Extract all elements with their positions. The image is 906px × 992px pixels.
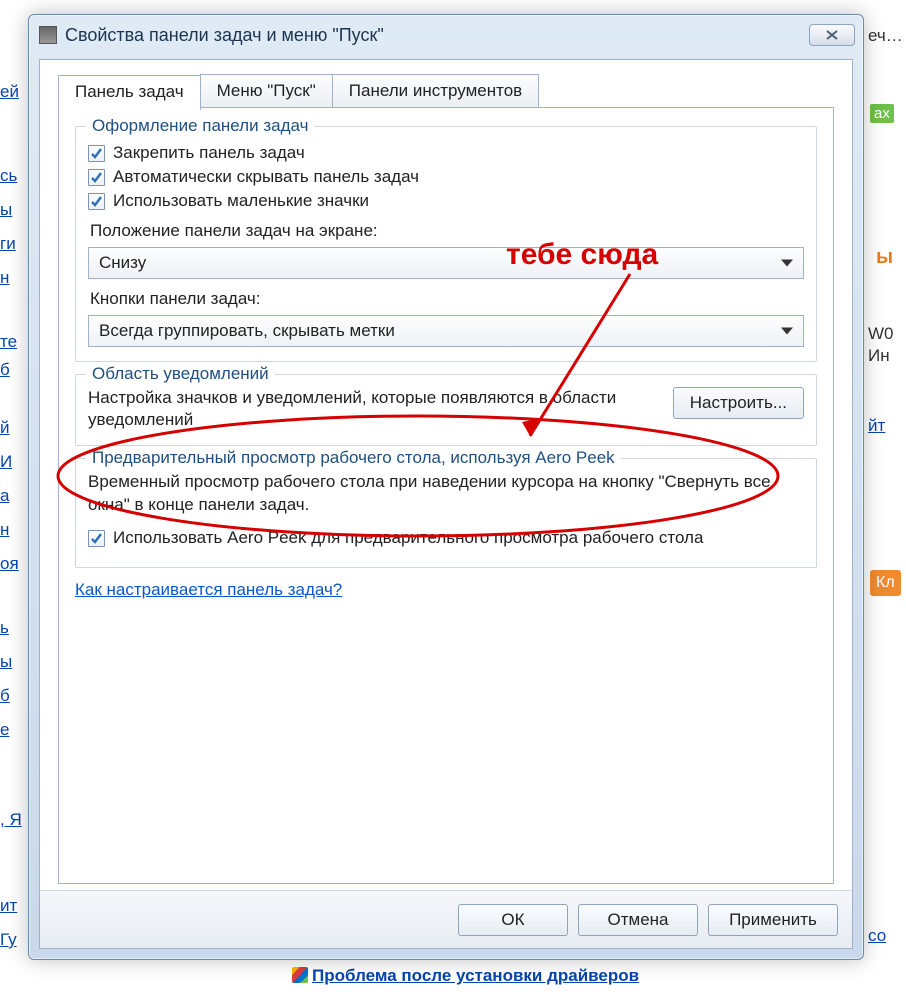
aero-description: Временный просмотр рабочего стола при на… bbox=[88, 471, 804, 517]
label-lock: Закрепить панель задач bbox=[113, 143, 305, 163]
window-title: Свойства панели задач и меню "Пуск" bbox=[65, 25, 809, 46]
dialog-button-bar: ОК Отмена Применить bbox=[40, 890, 852, 948]
bg-text: W0 bbox=[868, 324, 894, 344]
bg-link[interactable]: а bbox=[0, 486, 9, 506]
dialog-window: Свойства панели задач и меню "Пуск" Пане… bbox=[28, 14, 864, 960]
group-aero-legend: Предварительный просмотр рабочего стола,… bbox=[86, 448, 621, 468]
bg-link[interactable]: ы bbox=[0, 652, 12, 672]
row-autohide: Автоматически скрывать панель задач bbox=[88, 167, 804, 187]
checkbox-lock[interactable] bbox=[88, 145, 105, 162]
group-notification-area: Область уведомлений Настройка значков и … bbox=[75, 374, 817, 446]
chevron-down-icon bbox=[781, 260, 793, 267]
check-icon bbox=[90, 532, 103, 545]
tab-panel-taskbar: Оформление панели задач Закрепить панель… bbox=[58, 107, 834, 884]
bg-link[interactable]: ит bbox=[0, 896, 17, 916]
bg-bottom-link-text: Проблема после установки драйверов bbox=[312, 966, 639, 985]
cancel-button[interactable]: Отмена bbox=[578, 904, 698, 936]
check-icon bbox=[90, 171, 103, 184]
bg-link[interactable]: со bbox=[868, 926, 886, 946]
label-autohide: Автоматически скрывать панель задач bbox=[113, 167, 419, 187]
checkbox-aero-peek[interactable] bbox=[88, 530, 105, 547]
group-appearance: Оформление панели задач Закрепить панель… bbox=[75, 126, 817, 362]
combo-position-value: Снизу bbox=[99, 253, 146, 273]
label-smallicons: Использовать маленькие значки bbox=[113, 191, 369, 211]
check-icon bbox=[90, 147, 103, 160]
help-link[interactable]: Как настраивается панель задач? bbox=[75, 580, 342, 599]
row-smallicons: Использовать маленькие значки bbox=[88, 191, 804, 211]
notification-text: Настройка значков и уведомлений, которые… bbox=[88, 387, 661, 431]
bg-link[interactable]: ы bbox=[0, 200, 12, 220]
combo-buttons[interactable]: Всегда группировать, скрывать метки bbox=[88, 315, 804, 347]
close-button[interactable] bbox=[809, 24, 855, 46]
bg-link[interactable]: ь bbox=[0, 618, 9, 638]
bg-link[interactable]: йт bbox=[868, 416, 885, 436]
apply-button[interactable]: Применить bbox=[708, 904, 838, 936]
bg-link[interactable]: ги bbox=[0, 234, 16, 254]
ok-button[interactable]: ОК bbox=[458, 904, 568, 936]
group-aero-peek: Предварительный просмотр рабочего стола,… bbox=[75, 458, 817, 568]
row-lock: Закрепить панель задач bbox=[88, 143, 804, 163]
group-notification-legend: Область уведомлений bbox=[86, 364, 275, 384]
bg-orange-button[interactable]: Кл bbox=[870, 570, 901, 596]
bg-text: еч… bbox=[868, 26, 903, 46]
label-aero-peek: Использовать Aero Peek для предварительн… bbox=[113, 527, 703, 549]
dialog-client: Панель задач Меню "Пуск" Панели инструме… bbox=[39, 59, 853, 949]
checkbox-smallicons[interactable] bbox=[88, 193, 105, 210]
bg-link[interactable]: б bbox=[0, 360, 10, 380]
tab-toolbars[interactable]: Панели инструментов bbox=[332, 74, 539, 109]
bg-bottom-link[interactable]: Проблема после установки драйверов bbox=[292, 966, 639, 986]
bg-link[interactable]: сь bbox=[0, 166, 17, 186]
bg-link[interactable]: ей bbox=[0, 82, 19, 102]
bg-link[interactable]: те bbox=[0, 332, 17, 352]
tabstrip: Панель задач Меню "Пуск" Панели инструме… bbox=[58, 74, 538, 109]
bg-link[interactable]: н bbox=[0, 268, 9, 288]
shield-icon bbox=[292, 967, 308, 983]
bg-link[interactable]: оя bbox=[0, 554, 19, 574]
bg-link[interactable]: е bbox=[0, 720, 9, 740]
app-icon bbox=[39, 26, 57, 44]
bg-text: Ин bbox=[868, 346, 890, 366]
chevron-down-icon bbox=[781, 328, 793, 335]
bg-badge: ax bbox=[870, 104, 894, 123]
tab-startmenu[interactable]: Меню "Пуск" bbox=[200, 74, 333, 109]
bg-link[interactable]: Гу bbox=[0, 930, 17, 950]
check-icon bbox=[90, 195, 103, 208]
tab-taskbar[interactable]: Панель задач bbox=[58, 75, 201, 110]
row-aero-checkbox: Использовать Aero Peek для предварительн… bbox=[88, 527, 804, 549]
bg-link[interactable]: б bbox=[0, 686, 10, 706]
combo-position[interactable]: Снизу bbox=[88, 247, 804, 279]
label-position: Положение панели задач на экране: bbox=[90, 221, 804, 241]
group-appearance-legend: Оформление панели задач bbox=[86, 116, 314, 136]
bg-orange-letter: ы bbox=[876, 246, 893, 269]
customize-button[interactable]: Настроить... bbox=[673, 387, 804, 419]
bg-link[interactable]: н bbox=[0, 520, 9, 540]
bg-link[interactable]: й bbox=[0, 418, 10, 438]
bg-link[interactable]: , Я bbox=[0, 810, 22, 830]
combo-buttons-value: Всегда группировать, скрывать метки bbox=[99, 321, 395, 341]
label-buttons: Кнопки панели задач: bbox=[90, 289, 804, 309]
bg-link[interactable]: И bbox=[0, 452, 12, 472]
titlebar[interactable]: Свойства панели задач и меню "Пуск" bbox=[29, 15, 863, 55]
close-icon bbox=[825, 30, 839, 40]
checkbox-autohide[interactable] bbox=[88, 169, 105, 186]
